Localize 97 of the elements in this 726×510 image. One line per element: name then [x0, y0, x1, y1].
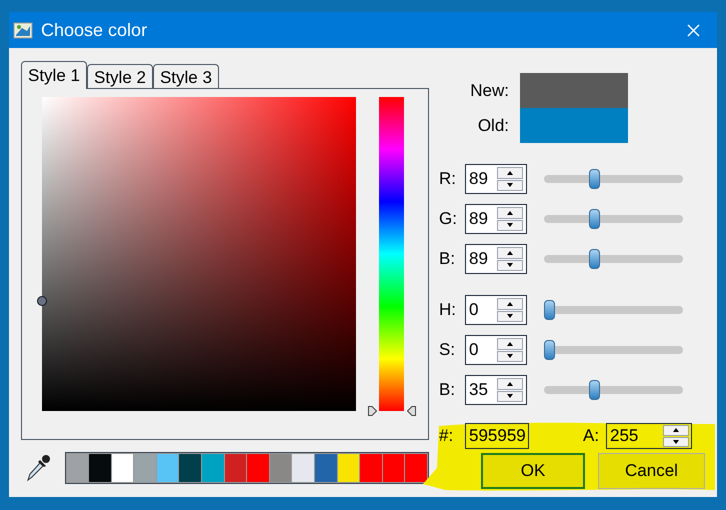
slider-thumb[interactable]: [588, 380, 600, 400]
eyedropper-button[interactable]: [25, 453, 50, 483]
caret-down-icon: [673, 440, 679, 444]
dialog-button[interactable]: Cancel: [598, 453, 705, 489]
number-field[interactable]: 89: [465, 244, 527, 274]
channel-label: G:: [439, 208, 458, 230]
color-swatch[interactable]: [360, 454, 382, 482]
caret-down-icon: [507, 354, 513, 358]
slider-track[interactable]: [544, 169, 683, 189]
slider-thumb[interactable]: [544, 340, 555, 360]
caret-down-icon: [507, 263, 513, 268]
app-icon: [13, 21, 33, 39]
color-swatch[interactable]: [405, 454, 427, 482]
spin-down-button[interactable]: [497, 350, 523, 362]
caret-up-icon: [507, 250, 513, 255]
hue-bar[interactable]: [379, 97, 404, 411]
spin-down-button[interactable]: [497, 390, 523, 402]
spin-down-button[interactable]: [497, 220, 523, 231]
slider-track[interactable]: [544, 300, 683, 320]
alpha-label: A:: [583, 425, 600, 448]
color-swatch[interactable]: [382, 454, 404, 482]
slider-thumb[interactable]: [588, 249, 600, 269]
caret-down-icon: [507, 223, 513, 228]
number-field[interactable]: 89: [465, 204, 527, 234]
spin-down-button[interactable]: [663, 436, 689, 447]
color-swatch[interactable]: [270, 454, 292, 482]
right-pointer-icon: [368, 406, 377, 416]
number-field[interactable]: 35: [465, 375, 527, 405]
channel-label: H:: [439, 299, 457, 322]
caret-down-icon: [507, 314, 513, 318]
color-swatch[interactable]: [179, 454, 202, 482]
channel-label: S:: [439, 339, 456, 362]
color-swatch[interactable]: [338, 454, 360, 482]
spin-down-button[interactable]: [497, 310, 523, 322]
spin-down-button[interactable]: [497, 180, 523, 191]
preview-label: Old:: [476, 114, 509, 137]
color-swatch[interactable]: [315, 454, 337, 482]
color-swatch[interactable]: [292, 454, 314, 482]
slider-thumb[interactable]: [588, 169, 600, 189]
field-value: 0: [469, 339, 480, 362]
number-field[interactable]: 0: [465, 295, 527, 325]
caret-up-icon: [507, 210, 513, 215]
number-field[interactable]: 89: [465, 164, 527, 194]
channel-label: B:: [439, 379, 456, 402]
alpha-field[interactable]: 255: [606, 423, 692, 449]
spin-down-button[interactable]: [497, 260, 523, 271]
caret-down-icon: [507, 394, 513, 398]
tab[interactable]: Style 1: [21, 61, 87, 89]
caret-up-icon: [507, 342, 513, 346]
slider-track[interactable]: [544, 249, 683, 269]
slider-track[interactable]: [544, 380, 683, 400]
color-swatch[interactable]: [156, 454, 178, 482]
color-swatch[interactable]: [89, 454, 111, 482]
dialog-button[interactable]: OK: [481, 453, 585, 489]
window-title: Choose color: [41, 18, 148, 42]
eyedropper-icon: [26, 454, 50, 482]
field-value: 89: [469, 208, 489, 230]
spin-up-button[interactable]: [497, 247, 523, 258]
hex-field[interactable]: 595959: [465, 423, 529, 449]
slider-track[interactable]: [544, 209, 683, 229]
slider-thumb[interactable]: [588, 209, 600, 229]
color-field[interactable]: [42, 97, 356, 411]
slider-thumb[interactable]: [544, 300, 555, 320]
field-value: 255: [610, 425, 640, 448]
spin-up-button[interactable]: [497, 378, 523, 390]
field-value: 89: [469, 248, 489, 270]
caret-up-icon: [507, 170, 513, 175]
number-field[interactable]: 0: [465, 335, 527, 365]
spin-up-button[interactable]: [497, 207, 523, 218]
close-icon: [686, 24, 700, 36]
color-swatch[interactable]: [247, 454, 269, 482]
field-value: 89: [469, 168, 489, 190]
spin-up-button[interactable]: [497, 338, 523, 350]
tab[interactable]: Style 2: [86, 64, 153, 88]
spin-up-button[interactable]: [497, 298, 523, 310]
field-value: 0: [469, 299, 480, 322]
slider-track[interactable]: [544, 340, 683, 360]
tab[interactable]: Style 3: [152, 64, 219, 88]
caret-up-icon: [673, 428, 679, 432]
preview-label: New:: [469, 80, 509, 102]
field-value: 35: [469, 379, 489, 402]
color-swatch[interactable]: [134, 454, 156, 482]
caret-down-icon: [507, 183, 513, 188]
spin-up-button[interactable]: [663, 425, 689, 436]
channel-label: R:: [439, 168, 457, 190]
hex-label: #:: [439, 425, 454, 448]
caret-up-icon: [507, 302, 513, 306]
caret-up-icon: [507, 382, 513, 386]
picker-ring[interactable]: [37, 296, 47, 306]
hue-marker[interactable]: [368, 406, 416, 416]
color-swatch[interactable]: [224, 454, 246, 482]
color-swatch[interactable]: [66, 454, 88, 482]
color-swatch[interactable]: [112, 454, 134, 482]
left-pointer-icon: [407, 406, 416, 416]
channel-label: B:: [439, 248, 456, 270]
spin-up-button[interactable]: [497, 167, 523, 178]
color-swatch[interactable]: [202, 454, 224, 482]
